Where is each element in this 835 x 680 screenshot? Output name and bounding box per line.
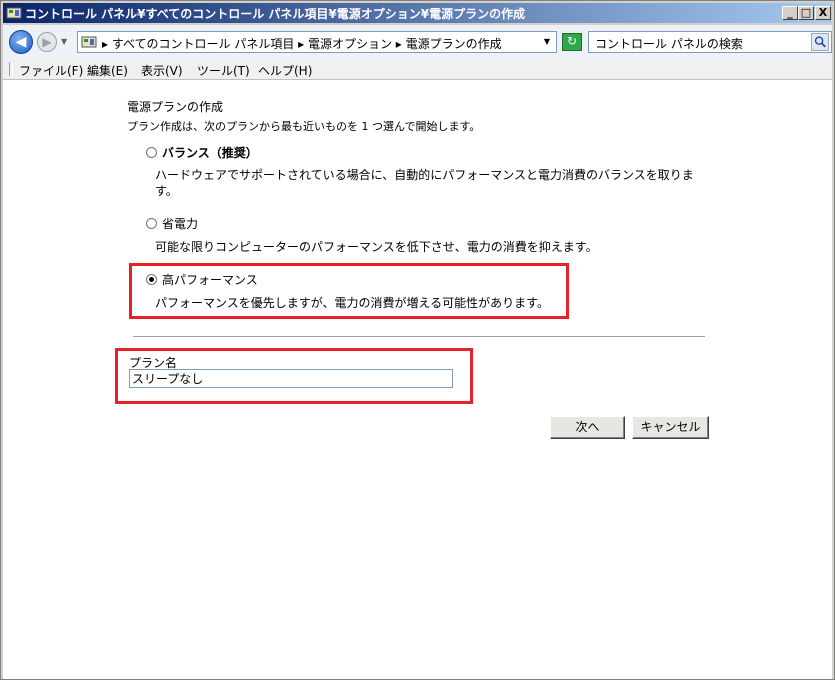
- menu-file[interactable]: ファイル(F): [19, 62, 83, 79]
- option-high-performance-label[interactable]: 高パフォーマンス: [162, 271, 258, 288]
- radio-balanced[interactable]: [146, 147, 157, 158]
- breadcrumb[interactable]: ▸ すべてのコントロール パネル項目 ▸ 電源オプション ▸ 電源プランの作成: [102, 35, 502, 52]
- plan-name-input[interactable]: [129, 369, 453, 388]
- radio-selected-dot: [149, 277, 154, 282]
- control-panel-icon: [81, 36, 97, 48]
- search-placeholder: コントロール パネルの検索: [595, 37, 743, 51]
- window-title: コントロール パネル¥すべてのコントロール パネル項目¥電源オプション¥電源プラ…: [25, 7, 526, 21]
- menu-view[interactable]: 表示(V): [141, 62, 183, 79]
- forward-arrow-icon: ▶: [42, 35, 52, 49]
- history-dropdown-icon[interactable]: ▼: [61, 37, 67, 46]
- refresh-icon: ↻: [566, 34, 578, 48]
- menu-help[interactable]: ヘルプ(H): [258, 62, 312, 79]
- back-button[interactable]: ◀: [9, 30, 33, 54]
- refresh-button[interactable]: ↻: [562, 33, 582, 51]
- forward-button[interactable]: ▶: [37, 32, 57, 52]
- menu-edit[interactable]: 編集(E): [87, 62, 128, 79]
- menu-bar: ファイル(F) 編集(E) 表示(V) ツール(T) ヘルプ(H): [3, 59, 832, 80]
- next-button[interactable]: 次へ: [550, 416, 625, 439]
- back-arrow-icon: ◀: [15, 34, 27, 50]
- cancel-button[interactable]: キャンセル: [632, 416, 709, 439]
- option-balanced-description: ハードウェアでサポートされている場合に、自動的にパフォーマンスと電力消費のバラン…: [155, 168, 694, 198]
- option-high-performance-description: パフォーマンスを優先しますが、電力の消費が増える可能性があります。: [155, 296, 549, 310]
- option-balanced-label[interactable]: バランス（推奨）: [162, 144, 258, 161]
- address-dropdown-icon[interactable]: ▼: [544, 37, 550, 46]
- menu-grip: [9, 62, 13, 76]
- radio-high-performance[interactable]: [146, 274, 157, 285]
- close-button[interactable]: X: [815, 6, 831, 20]
- window: コントロール パネル¥すべてのコントロール パネル項目¥電源オプション¥電源プラ…: [0, 0, 835, 680]
- minimize-button[interactable]: _: [782, 6, 798, 20]
- control-panel-icon: [6, 7, 22, 19]
- page-title: 電源プランの作成: [127, 100, 224, 114]
- title-bar[interactable]: コントロール パネル¥すべてのコントロール パネル項目¥電源オプション¥電源プラ…: [3, 3, 832, 23]
- menu-tools[interactable]: ツール(T): [197, 62, 250, 79]
- intro-text: プラン作成は、次のプランから最も近いものを 1 つ選んで開始します。: [127, 120, 481, 133]
- search-icon[interactable]: [811, 33, 829, 51]
- search-input[interactable]: コントロール パネルの検索: [588, 31, 832, 53]
- main-content: 電源プランの作成 プラン作成は、次のプランから最も近いものを 1 つ選んで開始し…: [3, 80, 832, 679]
- address-bar: ◀ ▶ ▼ ▸ すべてのコントロール パネル項目 ▸ 電源オプション ▸ 電源プ…: [3, 25, 832, 60]
- address-box[interactable]: ▸ すべてのコントロール パネル項目 ▸ 電源オプション ▸ 電源プランの作成 …: [77, 31, 557, 53]
- option-power-saver-label[interactable]: 省電力: [162, 215, 198, 232]
- radio-power-saver[interactable]: [146, 218, 157, 229]
- separator: [133, 336, 705, 337]
- maximize-button[interactable]: □: [798, 6, 814, 20]
- option-power-saver-description: 可能な限りコンピューターのパフォーマンスを低下させ、電力の消費を抑えます。: [155, 240, 598, 254]
